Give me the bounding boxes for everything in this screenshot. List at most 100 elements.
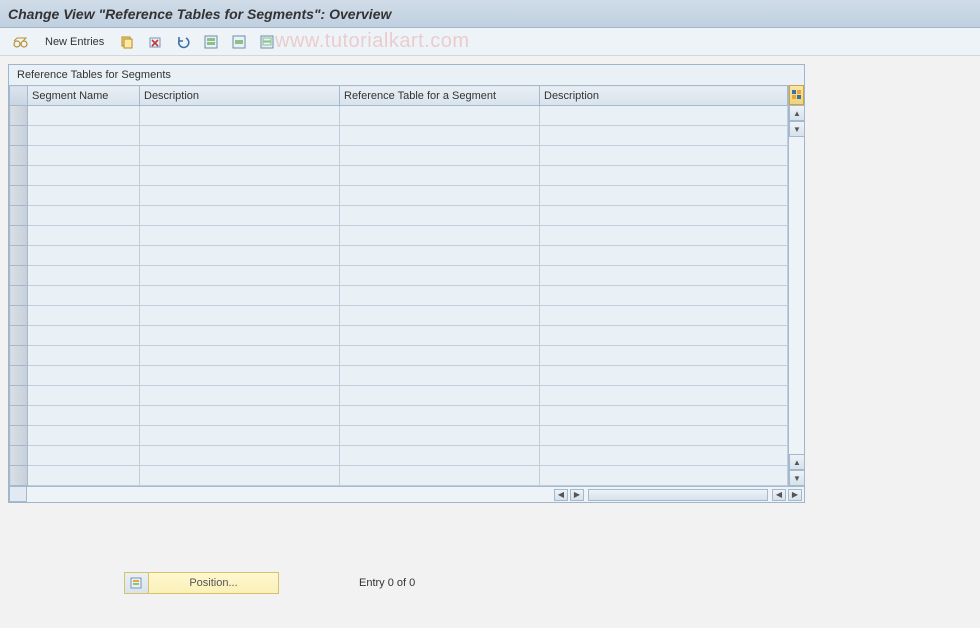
table-cell[interactable] [540,126,788,146]
scroll-down-bottom-button[interactable]: ▼ [789,470,805,486]
table-cell[interactable] [140,326,340,346]
table-cell[interactable] [540,346,788,366]
row-selector[interactable] [10,446,28,466]
table-cell[interactable] [28,306,140,326]
table-cell[interactable] [340,366,540,386]
table-cell[interactable] [540,466,788,486]
table-cell[interactable] [28,346,140,366]
row-selector[interactable] [10,206,28,226]
col-segment-name[interactable]: Segment Name [28,86,140,106]
table-cell[interactable] [140,266,340,286]
row-selector[interactable] [10,226,28,246]
table-cell[interactable] [28,326,140,346]
table-cell[interactable] [540,106,788,126]
table-cell[interactable] [140,406,340,426]
table-cell[interactable] [540,406,788,426]
table-cell[interactable] [340,186,540,206]
table-cell[interactable] [340,326,540,346]
hscroll-left-1[interactable]: ◀ [554,489,568,501]
table-cell[interactable] [28,386,140,406]
scroll-up-button[interactable]: ▲ [789,105,805,121]
table-cell[interactable] [28,286,140,306]
hscroll-left-2[interactable]: ◀ [772,489,786,501]
position-button[interactable]: Position... [124,572,279,594]
table-cell[interactable] [28,406,140,426]
table-cell[interactable] [140,466,340,486]
table-cell[interactable] [28,126,140,146]
table-cell[interactable] [340,346,540,366]
row-selector[interactable] [10,186,28,206]
table-cell[interactable] [540,246,788,266]
table-cell[interactable] [340,466,540,486]
undo-change-button[interactable] [171,32,195,52]
select-all-button[interactable] [199,32,223,52]
table-cell[interactable] [540,446,788,466]
table-cell[interactable] [540,326,788,346]
hscroll-right-2[interactable]: ▶ [788,489,802,501]
copy-as-button[interactable] [115,32,139,52]
table-cell[interactable] [340,126,540,146]
col-description-2[interactable]: Description [540,86,788,106]
row-selector[interactable] [10,466,28,486]
table-cell[interactable] [540,146,788,166]
table-cell[interactable] [340,106,540,126]
table-cell[interactable] [340,226,540,246]
table-cell[interactable] [340,146,540,166]
row-selector[interactable] [10,266,28,286]
table-cell[interactable] [140,226,340,246]
table-cell[interactable] [540,366,788,386]
table-cell[interactable] [140,346,340,366]
row-selector[interactable] [10,246,28,266]
table-cell[interactable] [540,186,788,206]
table-cell[interactable] [340,426,540,446]
scroll-down-button[interactable]: ▼ [789,121,805,137]
table-cell[interactable] [28,426,140,446]
table-cell[interactable] [140,186,340,206]
table-cell[interactable] [28,266,140,286]
table-cell[interactable] [540,266,788,286]
row-selector[interactable] [10,346,28,366]
table-cell[interactable] [540,426,788,446]
table-cell[interactable] [540,166,788,186]
table-cell[interactable] [540,206,788,226]
row-selector[interactable] [10,406,28,426]
row-selector[interactable] [10,386,28,406]
scroll-up-bottom-button[interactable]: ▲ [789,454,805,470]
table-cell[interactable] [28,466,140,486]
col-ref-table[interactable]: Reference Table for a Segment [340,86,540,106]
delete-button[interactable] [143,32,167,52]
table-cell[interactable] [140,286,340,306]
row-selector[interactable] [10,166,28,186]
row-selector[interactable] [10,286,28,306]
row-selector[interactable] [10,366,28,386]
row-selector-header[interactable] [10,86,28,106]
hscroll-right-1[interactable]: ▶ [570,489,584,501]
hscroll-thumb[interactable] [588,489,768,501]
table-cell[interactable] [340,446,540,466]
table-cell[interactable] [540,386,788,406]
table-cell[interactable] [140,306,340,326]
table-cell[interactable] [140,146,340,166]
col-description-1[interactable]: Description [140,86,340,106]
row-selector[interactable] [10,426,28,446]
table-cell[interactable] [140,126,340,146]
table-cell[interactable] [540,306,788,326]
row-selector[interactable] [10,326,28,346]
table-cell[interactable] [28,186,140,206]
table-cell[interactable] [140,446,340,466]
toggle-display-change-button[interactable] [8,32,34,52]
scroll-track[interactable] [789,137,804,454]
table-cell[interactable] [340,386,540,406]
row-selector[interactable] [10,146,28,166]
table-cell[interactable] [28,106,140,126]
table-cell[interactable] [28,226,140,246]
table-cell[interactable] [28,206,140,226]
table-cell[interactable] [28,446,140,466]
deselect-all-button[interactable] [255,32,279,52]
table-cell[interactable] [340,166,540,186]
table-cell[interactable] [140,366,340,386]
table-cell[interactable] [340,246,540,266]
table-cell[interactable] [28,166,140,186]
row-selector[interactable] [10,306,28,326]
table-cell[interactable] [540,226,788,246]
